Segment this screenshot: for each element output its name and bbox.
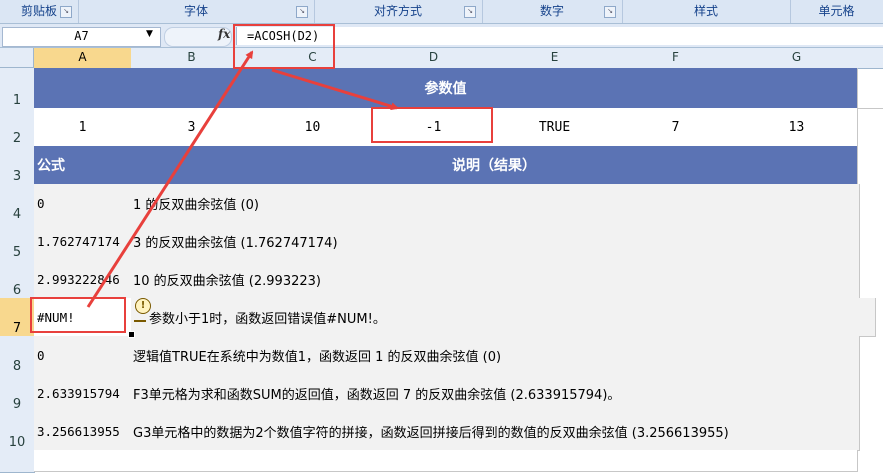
param-cell-c2[interactable]: 10 — [252, 108, 374, 147]
ribbon-group-number[interactable]: 数字 ↘ — [482, 0, 623, 23]
ribbon-group-label: 数字 — [539, 4, 564, 18]
description-cell-b5[interactable]: 3 的反双曲余弦值 (1.762747174) — [131, 222, 860, 261]
result-cell-a6[interactable]: 2.993222846 — [34, 260, 135, 299]
result-cell-a10[interactable]: 3.256613955 — [34, 412, 135, 451]
empty-cell[interactable] — [131, 450, 253, 472]
param-cell-e2[interactable]: TRUE — [494, 108, 616, 147]
result-cell-a4[interactable]: 0 — [34, 184, 135, 223]
empty-cell[interactable] — [34, 450, 132, 472]
param-cell-b2[interactable]: 3 — [131, 108, 253, 147]
row-header-1[interactable]: 1 — [0, 68, 35, 110]
result-cell-a7[interactable]: #NUM! — [34, 298, 135, 337]
formula-input[interactable]: =ACOSH(D2) — [236, 27, 883, 45]
empty-cell[interactable] — [857, 68, 883, 109]
empty-cell[interactable] — [615, 450, 737, 472]
dialog-launcher-icon[interactable]: ↘ — [604, 6, 616, 18]
column-header-c[interactable]: C — [252, 48, 374, 69]
column-header-g[interactable]: G — [736, 48, 858, 69]
column-header-f[interactable]: F — [615, 48, 737, 69]
description-cell-b4[interactable]: 1 的反双曲余弦值 (0) — [131, 184, 860, 223]
column-header-overflow — [857, 48, 883, 69]
dialog-launcher-icon[interactable]: ↘ — [296, 6, 308, 18]
description-header-cell[interactable]: 说明（结果） — [131, 146, 858, 185]
fx-icon[interactable]: fx — [218, 27, 230, 41]
empty-cell[interactable] — [252, 450, 374, 472]
description-cell-b8[interactable]: 逻辑值TRUE在系统中为数值1，函数返回 1 的反双曲余弦值 (0) — [131, 336, 860, 375]
row-header-overflow — [0, 450, 35, 473]
param-cell-f2[interactable]: 7 — [615, 108, 737, 147]
ribbon-group-label: 单元格 — [818, 4, 855, 18]
row-header-2[interactable]: 2 — [0, 108, 35, 148]
column-header-e[interactable]: E — [494, 48, 616, 69]
select-all-corner[interactable] — [0, 48, 34, 68]
param-cell-g2[interactable]: 13 — [736, 108, 858, 147]
dialog-launcher-icon[interactable]: ↘ — [60, 6, 72, 18]
ribbon-group-font[interactable]: 字体 ↘ — [78, 0, 315, 23]
description-cell-b7[interactable]: 参数小于1时，函数返回错误值#NUM!。 — [131, 298, 876, 337]
row-header-10[interactable]: 10 — [0, 412, 35, 452]
row-header-5[interactable]: 5 — [0, 222, 35, 262]
dialog-launcher-icon[interactable]: ↘ — [464, 6, 476, 18]
ribbon-group-styles[interactable]: 样式 — [622, 0, 791, 23]
empty-cell[interactable] — [494, 450, 616, 472]
row-header-3[interactable]: 3 — [0, 146, 35, 186]
empty-cell[interactable] — [736, 450, 858, 472]
row-header-4[interactable]: 4 — [0, 184, 35, 224]
column-header-b[interactable]: B — [131, 48, 253, 69]
formula-header-cell[interactable]: 公式 — [34, 146, 135, 185]
row-header-6[interactable]: 6 — [0, 260, 35, 300]
ribbon-group-label: 对齐方式 — [373, 4, 422, 18]
result-cell-a8[interactable]: 0 — [34, 336, 135, 375]
dropdown-arrow-icon[interactable]: ▼ — [146, 29, 153, 39]
name-box[interactable]: A7 — [2, 27, 161, 47]
ribbon-group-label: 样式 — [693, 4, 718, 18]
error-warning-icon[interactable]: ! — [135, 298, 151, 314]
result-cell-a9[interactable]: 2.633915794 — [34, 374, 135, 413]
row-header-9[interactable]: 9 — [0, 374, 35, 414]
column-header-d[interactable]: D — [373, 48, 495, 69]
ribbon-group-clipboard[interactable]: 剪贴板 ↘ — [0, 0, 79, 23]
formula-bar: A7 ▼ fx =ACOSH(D2) — [0, 24, 883, 48]
ribbon-group-cells[interactable]: 单元格 — [790, 0, 883, 23]
param-cell-a2[interactable]: 1 — [34, 108, 132, 147]
column-header-a[interactable]: A — [34, 48, 132, 69]
row-header-8[interactable]: 8 — [0, 336, 35, 376]
title-cell[interactable]: 参数值 — [34, 68, 858, 109]
error-indicator-line — [134, 320, 146, 322]
param-cell-d2[interactable]: -1 — [373, 108, 495, 147]
description-cell-b9[interactable]: F3单元格为求和函数SUM的返回值，函数返回 7 的反双曲余弦值 (2.6339… — [131, 374, 860, 413]
fill-handle[interactable] — [128, 331, 135, 338]
ribbon-group-alignment[interactable]: 对齐方式 ↘ — [314, 0, 483, 23]
ribbon-group-bar: 剪贴板 ↘ 字体 ↘ 对齐方式 ↘ 数字 ↘ 样式 单元格 — [0, 0, 883, 24]
ribbon-group-label: 剪贴板 — [20, 4, 57, 18]
ribbon-group-label: 字体 — [183, 4, 208, 18]
description-cell-b10[interactable]: G3单元格中的数据为2个数值字符的拼接，函数返回拼接后得到的数值的反双曲余弦值 … — [131, 412, 860, 451]
row-header-7[interactable]: 7 — [0, 298, 35, 338]
result-cell-a5[interactable]: 1.762747174 — [34, 222, 135, 261]
empty-cell[interactable] — [373, 450, 495, 472]
description-cell-b6[interactable]: 10 的反双曲余弦值 (2.993223) — [131, 260, 860, 299]
